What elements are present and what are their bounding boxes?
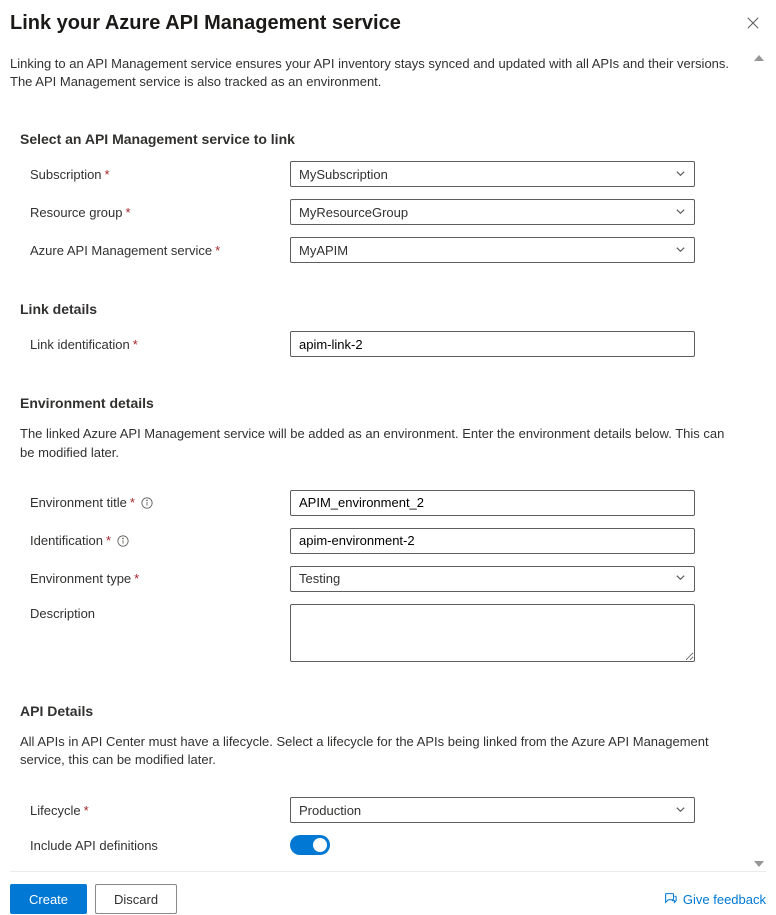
section-env-desc: The linked Azure API Management service … <box>20 425 742 461</box>
description-textarea[interactable] <box>290 604 695 662</box>
lifecycle-label: Lifecycle <box>30 803 81 818</box>
env-identification-input[interactable] <box>290 528 695 554</box>
section-api-desc: All APIs in API Center must have a lifec… <box>20 733 742 769</box>
chevron-down-icon <box>675 205 686 220</box>
required-mark: * <box>106 533 111 548</box>
required-mark: * <box>133 337 138 352</box>
close-icon <box>746 18 760 33</box>
env-title-input[interactable] <box>290 490 695 516</box>
env-title-label: Environment title <box>30 495 127 510</box>
create-button[interactable]: Create <box>10 884 87 914</box>
link-identification-label: Link identification <box>30 337 130 352</box>
env-identification-label: Identification <box>30 533 103 548</box>
env-type-label: Environment type <box>30 571 131 586</box>
chevron-down-icon <box>675 243 686 258</box>
resource-group-value: MyResourceGroup <box>299 205 408 220</box>
chevron-down-icon <box>675 571 686 586</box>
link-identification-input[interactable] <box>290 331 695 357</box>
intro-text: Linking to an API Management service ens… <box>10 55 742 91</box>
scrollbar[interactable] <box>752 55 766 867</box>
required-mark: * <box>215 243 220 258</box>
lifecycle-select[interactable]: Production <box>290 797 695 823</box>
discard-button[interactable]: Discard <box>95 884 177 914</box>
chevron-down-icon <box>675 167 686 182</box>
section-link-title: Link details <box>20 301 742 317</box>
required-mark: * <box>105 167 110 182</box>
lifecycle-value: Production <box>299 803 361 818</box>
feedback-icon <box>663 891 677 908</box>
info-icon[interactable] <box>117 535 129 547</box>
apim-service-value: MyAPIM <box>299 243 348 258</box>
apim-service-select[interactable]: MyAPIM <box>290 237 695 263</box>
subscription-value: MySubscription <box>299 167 388 182</box>
page-title: Link your Azure API Management service <box>10 12 401 35</box>
toggle-knob <box>313 838 327 852</box>
resource-group-select[interactable]: MyResourceGroup <box>290 199 695 225</box>
required-mark: * <box>126 205 131 220</box>
include-definitions-label: Include API definitions <box>30 838 158 853</box>
resource-group-label: Resource group <box>30 205 123 220</box>
required-mark: * <box>134 571 139 586</box>
section-select-title: Select an API Management service to link <box>20 131 742 147</box>
close-button[interactable] <box>746 12 766 33</box>
chevron-down-icon <box>675 803 686 818</box>
env-type-value: Testing <box>299 571 340 586</box>
description-label: Description <box>30 606 95 621</box>
scroll-up-arrow-icon[interactable] <box>754 55 764 61</box>
give-feedback-link[interactable]: Give feedback <box>663 891 766 908</box>
scroll-down-arrow-icon[interactable] <box>754 861 764 867</box>
subscription-select[interactable]: MySubscription <box>290 161 695 187</box>
section-env-title: Environment details <box>20 395 742 411</box>
subscription-label: Subscription <box>30 167 102 182</box>
section-api-title: API Details <box>20 703 742 719</box>
apim-service-label: Azure API Management service <box>30 243 212 258</box>
env-type-select[interactable]: Testing <box>290 566 695 592</box>
required-mark: * <box>84 803 89 818</box>
include-definitions-toggle[interactable] <box>290 835 330 855</box>
required-mark: * <box>130 495 135 510</box>
info-icon[interactable] <box>141 497 153 509</box>
feedback-label: Give feedback <box>683 892 766 907</box>
